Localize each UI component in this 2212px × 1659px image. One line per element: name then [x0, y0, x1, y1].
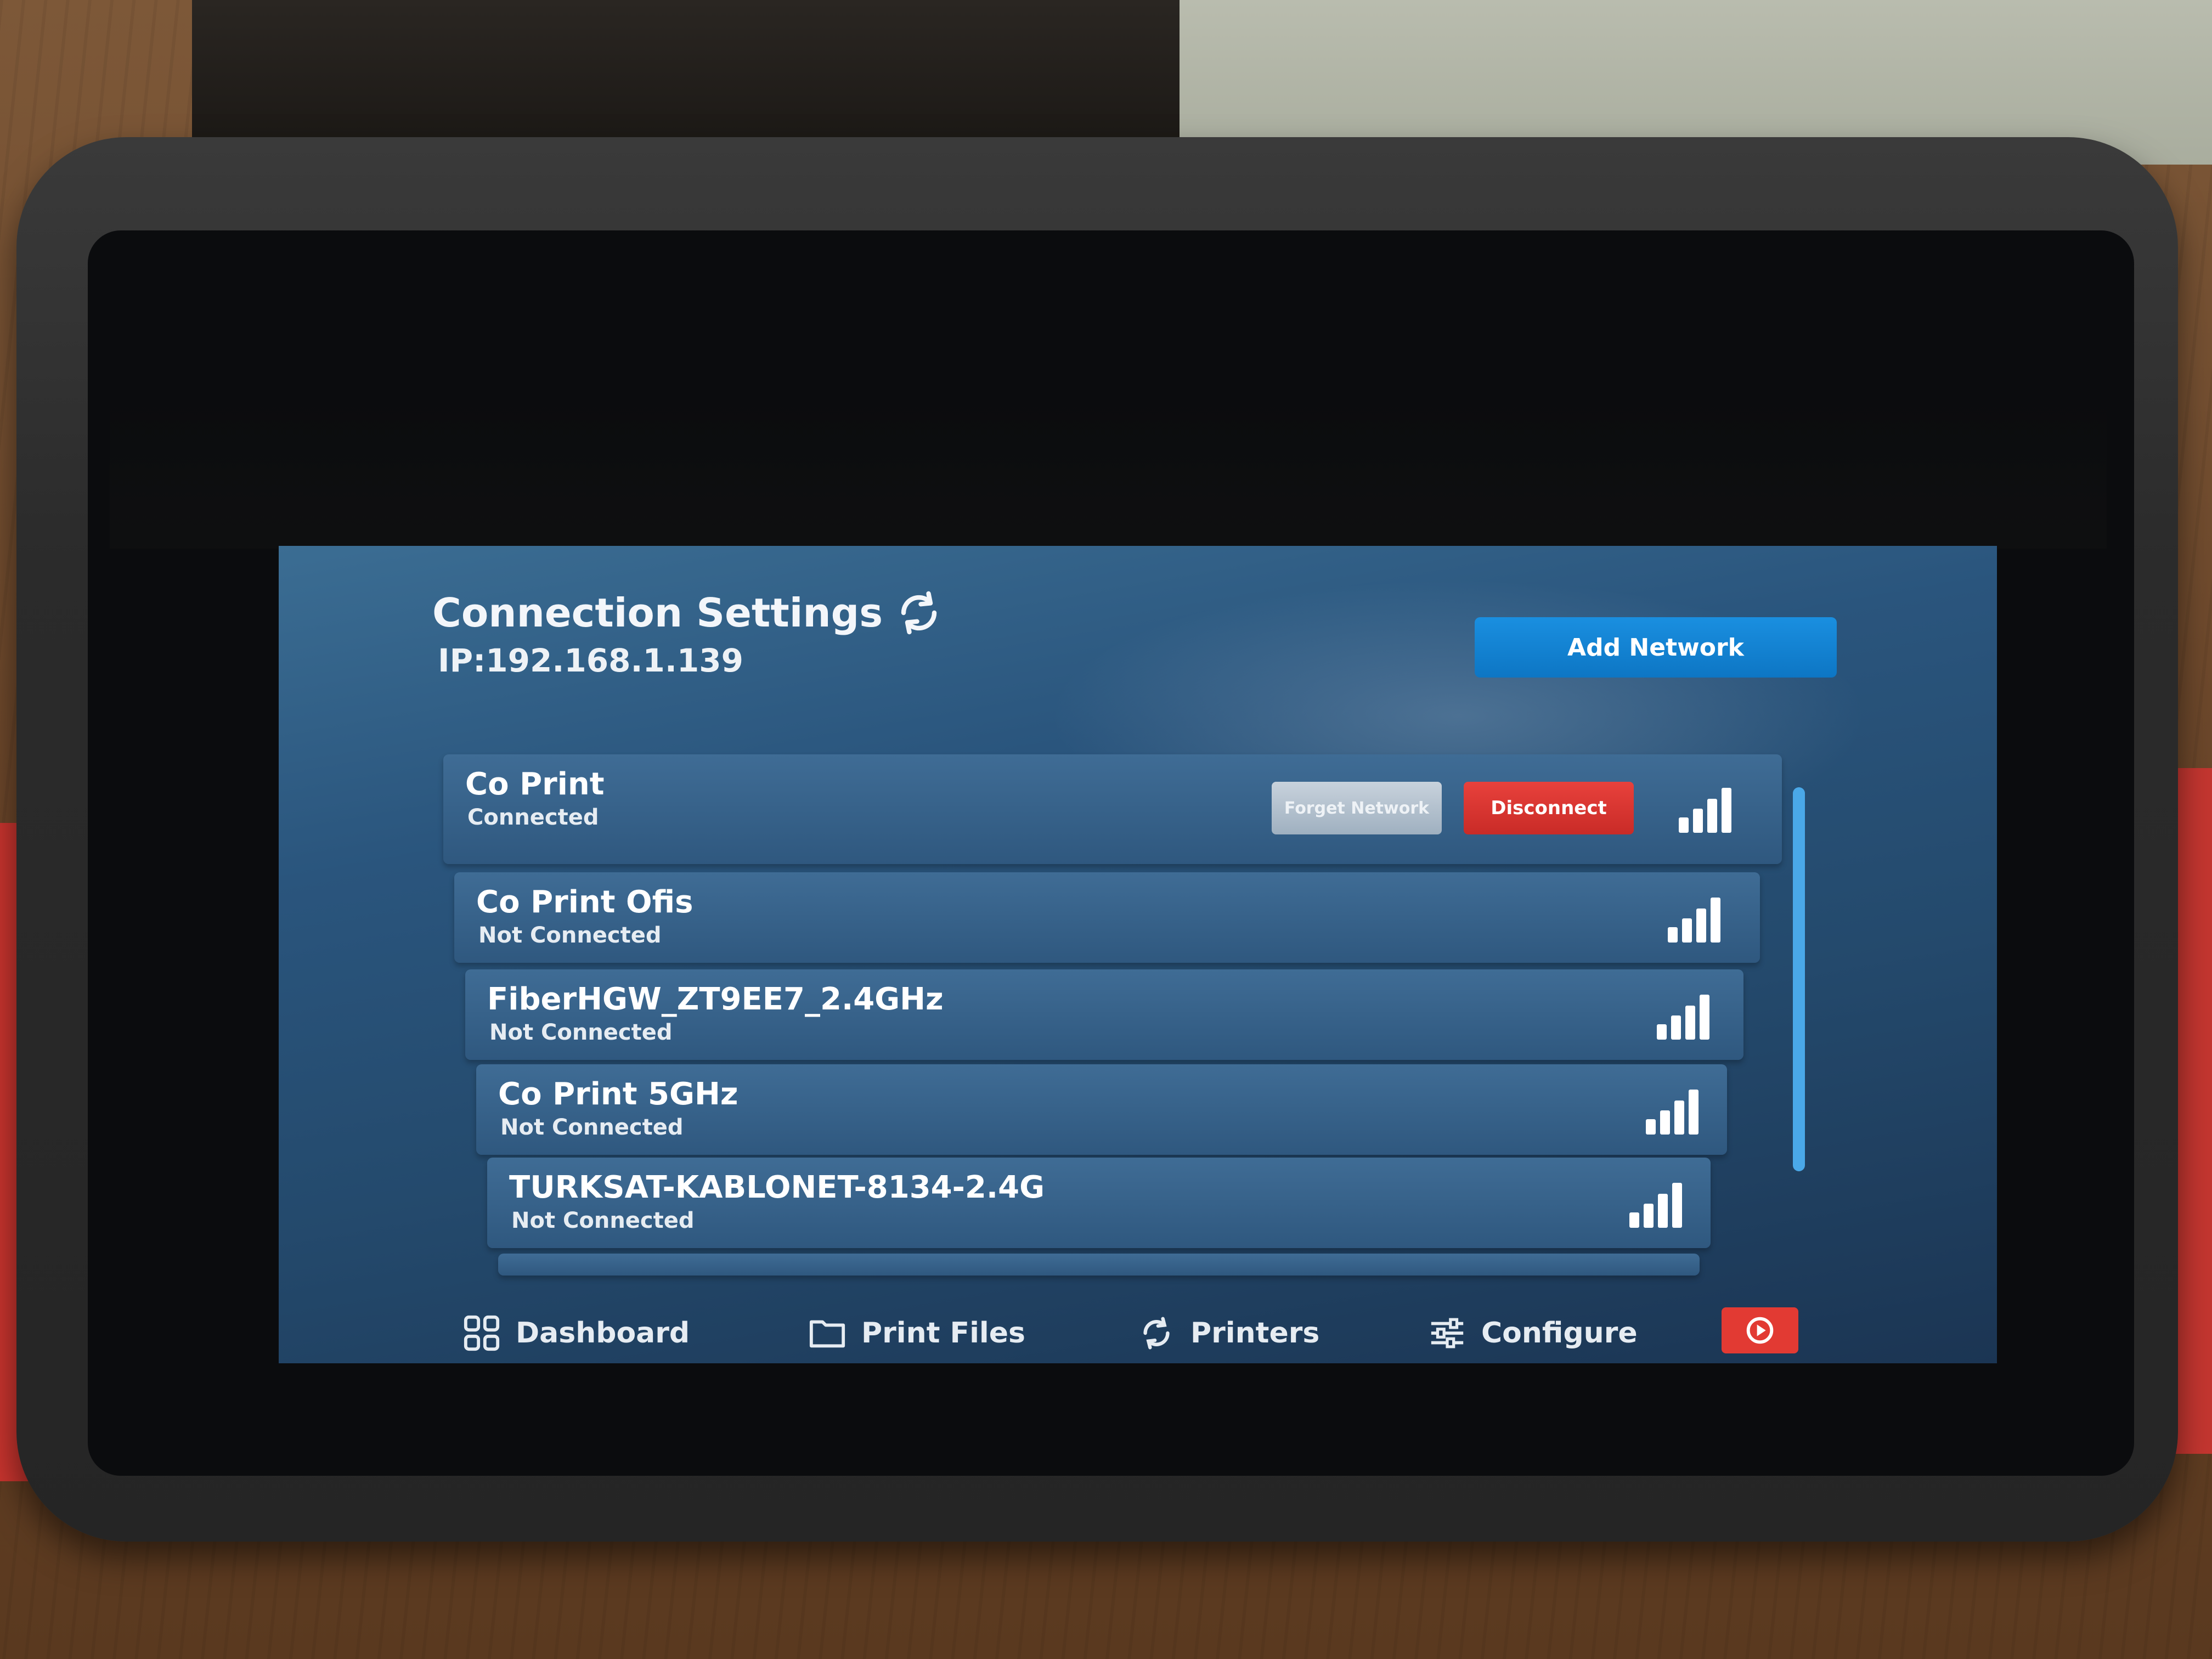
nav-dashboard-label: Dashboard [516, 1317, 690, 1350]
screen: Connection Settings IP:192.168.1.139 Add… [279, 546, 1997, 1363]
forget-network-button[interactable]: Forget Network [1272, 782, 1442, 834]
glass-reflection [110, 395, 2107, 549]
network-status: Not Connected [500, 1115, 684, 1140]
network-row-co-print-ofis[interactable]: Co Print Ofis Not Connected [454, 872, 1760, 963]
network-row-partial[interactable] [498, 1254, 1700, 1276]
emergency-stop-button[interactable] [1722, 1307, 1798, 1353]
page-title-text: Connection Settings [432, 590, 883, 636]
nav-print-files-label: Print Files [861, 1317, 1025, 1350]
nav-print-files[interactable]: Print Files [805, 1314, 1025, 1352]
network-row-fiberhgw[interactable]: FiberHGW_ZT9EE7_2.4GHz Not Connected [465, 969, 1743, 1060]
network-name: TURKSAT-KABLONET-8134-2.4G [509, 1170, 1045, 1205]
network-status: Not Connected [511, 1208, 695, 1233]
printers-sync-icon [1143, 1317, 1170, 1350]
nav-printers[interactable]: Printers [1135, 1314, 1319, 1352]
nav-configure-label: Configure [1481, 1317, 1638, 1350]
signal-strength-icon [1646, 1090, 1699, 1135]
nav-printers-label: Printers [1190, 1317, 1320, 1350]
folder-icon [809, 1320, 845, 1348]
sliders-icon [1431, 1318, 1464, 1348]
network-list: Co Print Connected Forget Network Discon… [443, 754, 1782, 1276]
network-list-scrollbar[interactable] [1793, 787, 1805, 1171]
network-name: Co Print Ofis [476, 884, 693, 920]
signal-strength-icon [1629, 1183, 1682, 1228]
dashboard-icon [464, 1315, 500, 1351]
network-name: Co Print [465, 766, 605, 802]
network-row-co-print[interactable]: Co Print Connected Forget Network Discon… [443, 754, 1782, 864]
network-row-co-print-5ghz[interactable]: Co Print 5GHz Not Connected [476, 1064, 1727, 1155]
page-title: Connection Settings [432, 590, 942, 636]
network-name: FiberHGW_ZT9EE7_2.4GHz [487, 981, 944, 1017]
ip-address: IP:192.168.1.139 [438, 642, 743, 679]
network-status: Connected [467, 805, 599, 830]
nav-configure[interactable]: Configure [1425, 1314, 1638, 1352]
network-status: Not Connected [489, 1020, 673, 1045]
signal-strength-icon [1679, 788, 1731, 833]
network-status: Not Connected [478, 923, 662, 948]
signal-strength-icon [1668, 898, 1720, 943]
network-name: Co Print 5GHz [498, 1076, 738, 1112]
bottom-nav: Dashboard Print Files Printers Configure [279, 1303, 1997, 1363]
network-row-turksat[interactable]: TURKSAT-KABLONET-8134-2.4G Not Connected [487, 1158, 1711, 1248]
power-stop-icon [1746, 1317, 1774, 1344]
signal-strength-icon [1657, 995, 1709, 1040]
refresh-icon[interactable] [896, 590, 942, 636]
nav-dashboard[interactable]: Dashboard [460, 1314, 690, 1352]
disconnect-button[interactable]: Disconnect [1464, 782, 1634, 834]
add-network-button[interactable]: Add Network [1475, 617, 1837, 678]
